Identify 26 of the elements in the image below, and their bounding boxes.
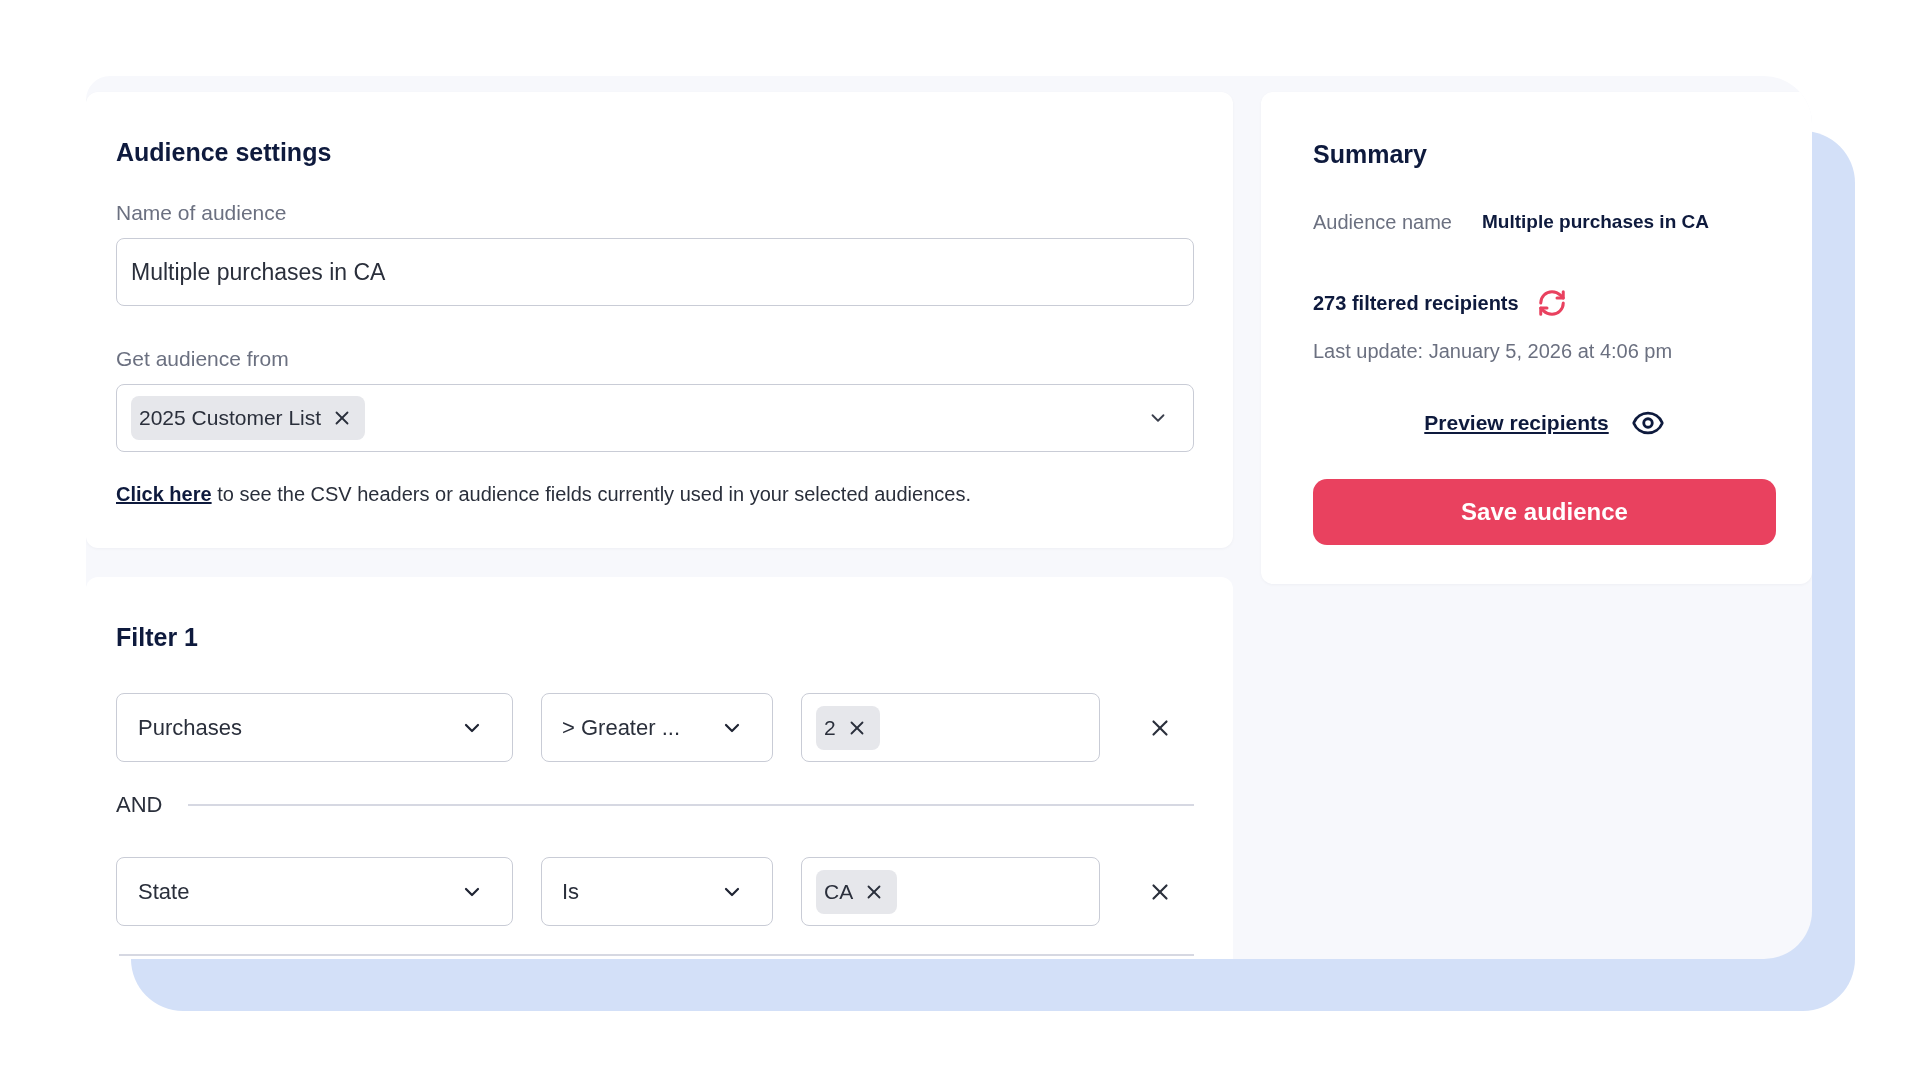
tag-label: 2 [824, 714, 836, 741]
section-title: Filter 1 [116, 622, 199, 652]
refresh-icon[interactable] [1536, 288, 1567, 318]
field-label: Get audience from [116, 346, 290, 372]
save-audience-button[interactable]: Save audience [1313, 479, 1776, 545]
tag-label: CA [824, 878, 854, 905]
last-update-text: Last update: January 5, 2026 at 4:06 pm [1313, 339, 1674, 364]
section-title: Audience settings [116, 137, 333, 167]
name-input[interactable]: Multiple purchases in CA [116, 238, 1194, 306]
preview-link[interactable]: Preview recipients [1424, 410, 1609, 436]
summary-label: Audience name [1313, 210, 1452, 235]
connector-label: AND [116, 792, 163, 818]
value-field[interactable]: CA [801, 857, 1100, 926]
click-here-link[interactable]: Click here [116, 483, 212, 505]
field-label: Name of audience [116, 200, 288, 226]
recipients-count: 273 filtered recipients [1313, 291, 1519, 316]
summary-value: Multiple purchases in CA [1482, 210, 1709, 234]
value-field[interactable]: 2 [801, 693, 1100, 762]
operator-select[interactable]: Is [541, 857, 773, 926]
source-select[interactable]: 2025 Customer List [116, 384, 1194, 452]
field-select[interactable]: State [116, 857, 513, 926]
help-text: Click here to see the CSV headers or audience fields currently used in your selected audiences. [116, 482, 972, 507]
field-select[interactable]: Purchases [116, 693, 513, 762]
section-title: Summary [1313, 139, 1428, 169]
operator-select[interactable]: > Greater ... [541, 693, 773, 762]
tag-label: 2025 Customer List [139, 405, 322, 432]
